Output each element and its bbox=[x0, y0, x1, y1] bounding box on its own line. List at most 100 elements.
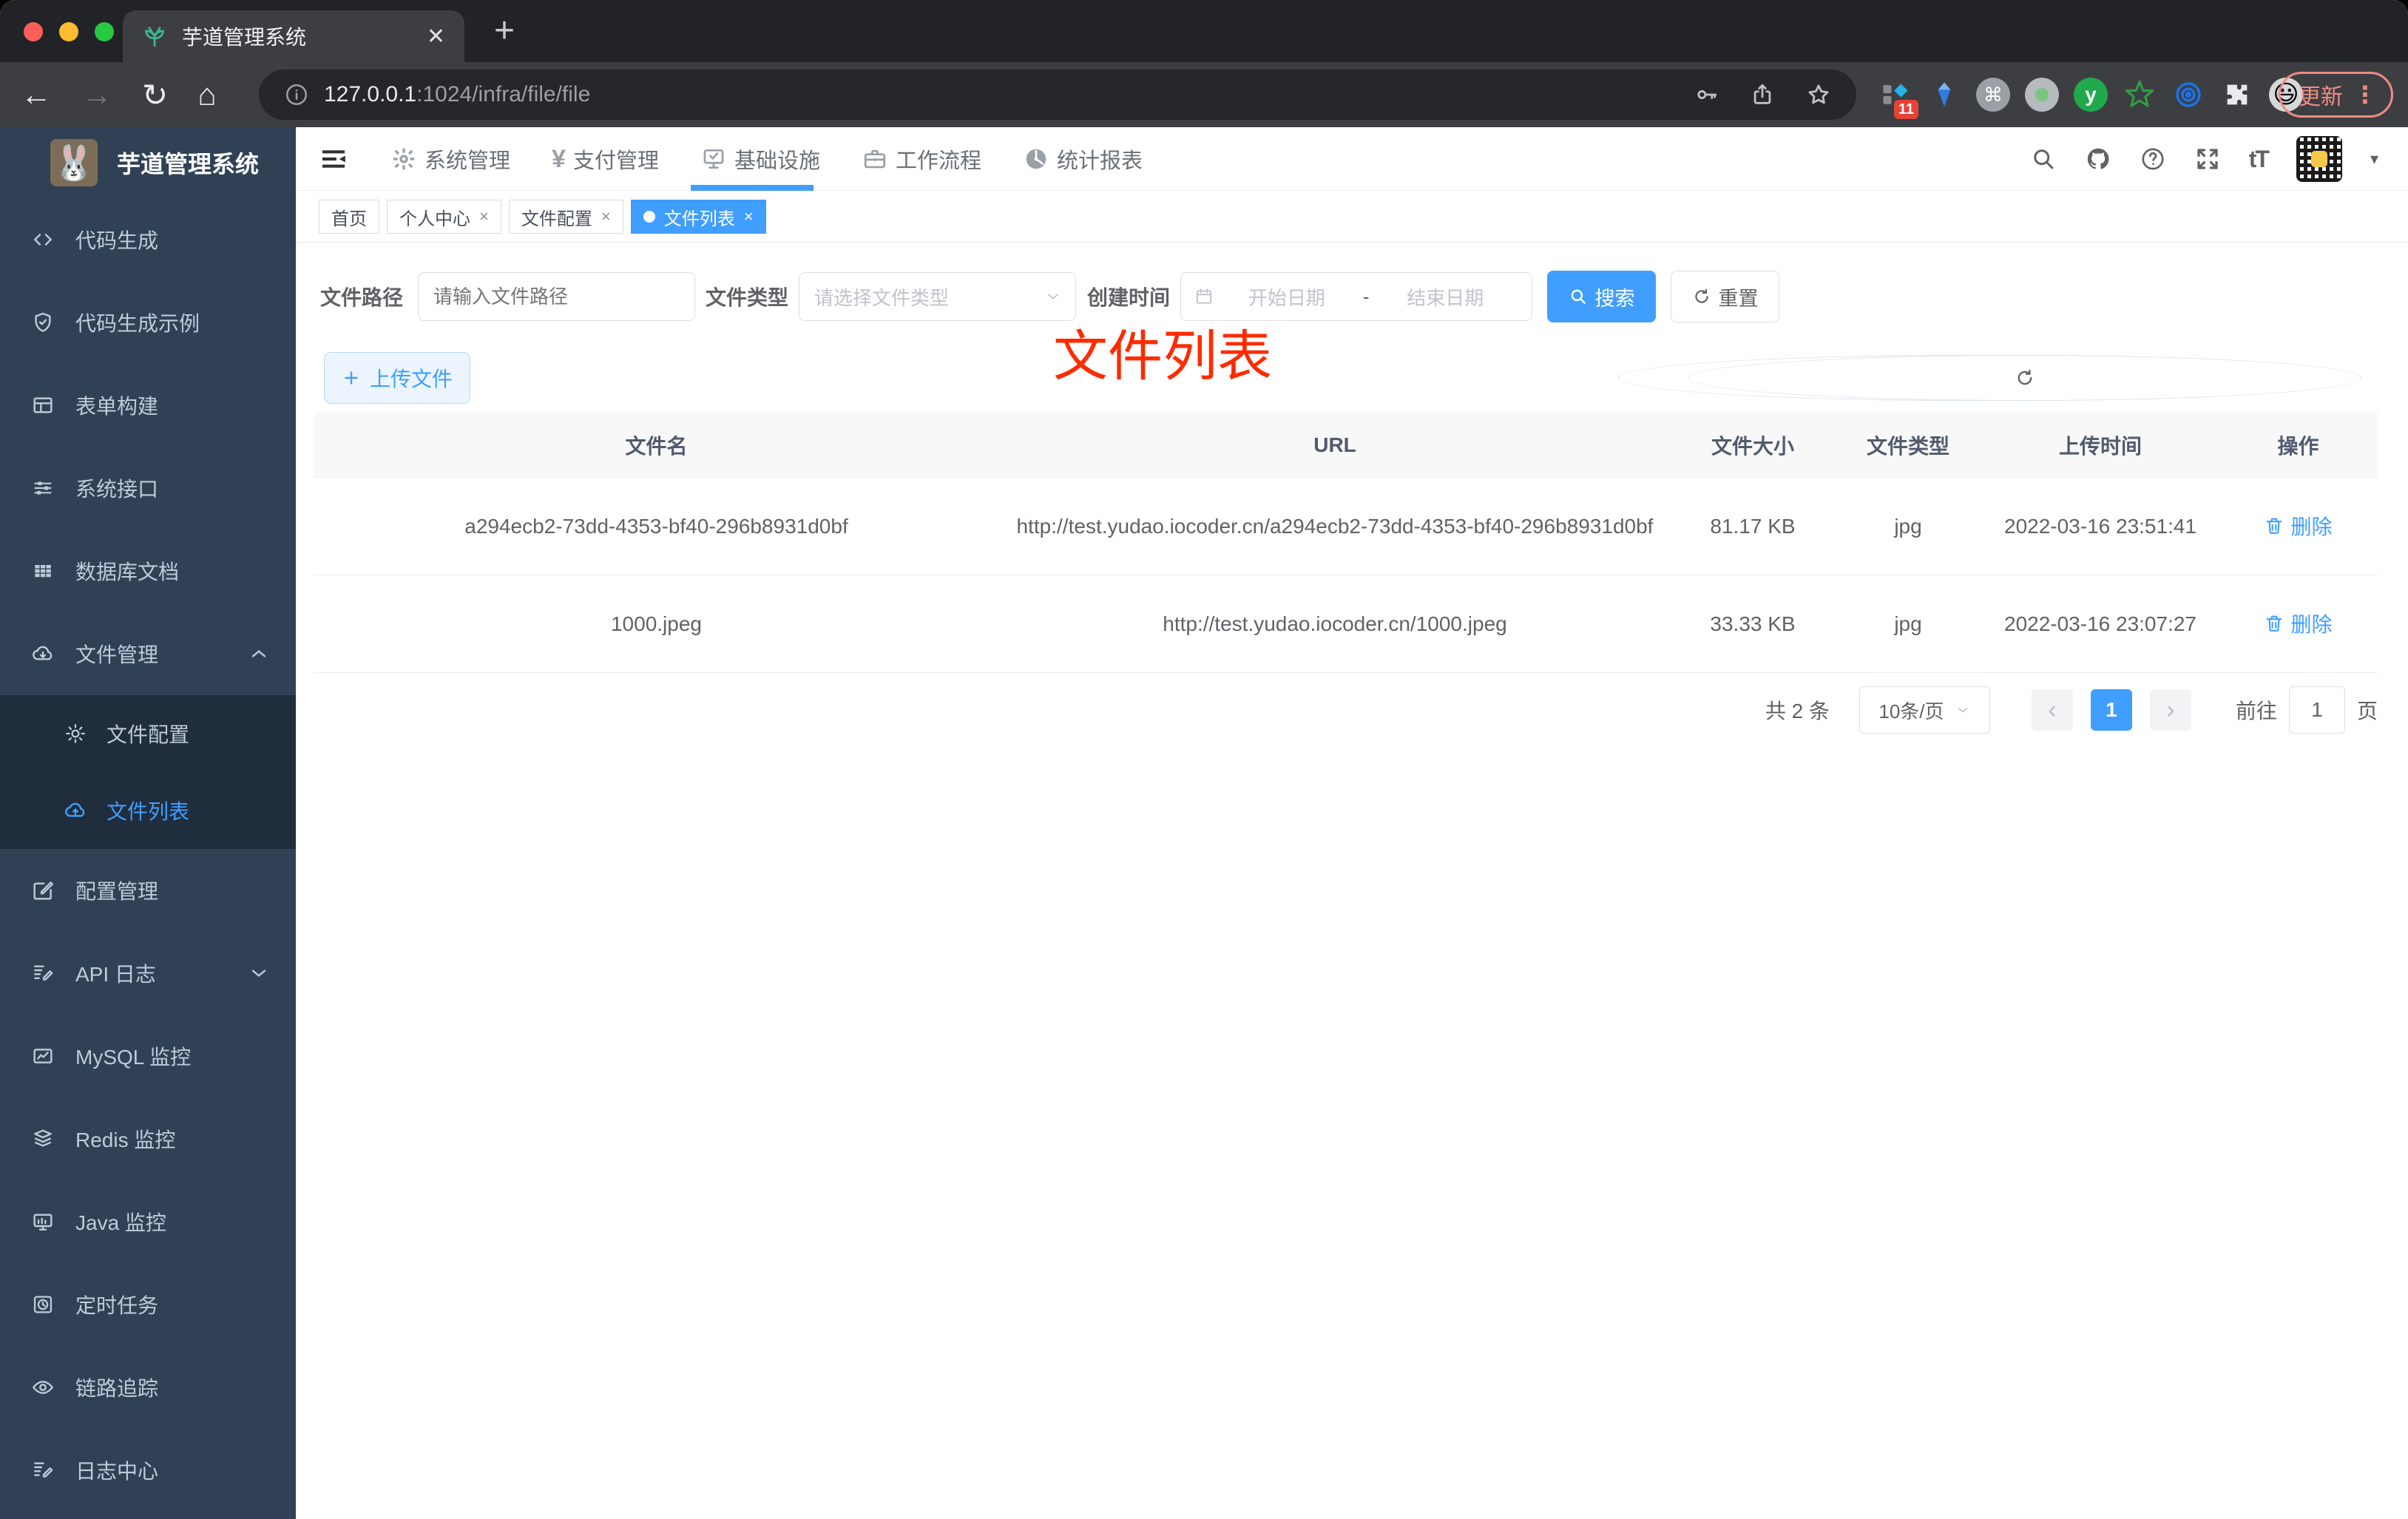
sidebar-item-trace[interactable]: 链路追踪 bbox=[0, 1346, 296, 1429]
new-tab-button[interactable]: + bbox=[494, 10, 515, 52]
extension-star-icon[interactable] bbox=[2121, 76, 2158, 113]
file-type-select[interactable]: 请选择文件类型 bbox=[799, 272, 1077, 321]
sidebar-item-form-builder[interactable]: 表单构建 bbox=[0, 364, 296, 447]
start-date-placeholder[interactable]: 开始日期 bbox=[1214, 283, 1360, 311]
extensions-puzzle-icon[interactable] bbox=[2219, 76, 2256, 113]
avatar-qr-image[interactable] bbox=[2296, 136, 2342, 182]
extension-dot-icon[interactable] bbox=[2023, 76, 2060, 113]
column-header-action: 操作 bbox=[2277, 434, 2319, 458]
sidebar-submenu-file: 文件配置 文件列表 bbox=[0, 695, 296, 849]
search-icon bbox=[1571, 289, 1586, 304]
monitor-icon bbox=[33, 1214, 53, 1231]
help-icon[interactable] bbox=[2140, 146, 2166, 172]
reset-button[interactable]: 重置 bbox=[1671, 271, 1780, 322]
sidebar-subitem-file-config[interactable]: 文件配置 bbox=[0, 695, 296, 772]
home-icon[interactable]: ⌂ bbox=[197, 77, 216, 112]
tab-title: 芋道管理系统 bbox=[182, 26, 307, 49]
browser-menu-icon[interactable]: ⋮ bbox=[2353, 81, 2378, 109]
briefcase-icon bbox=[864, 149, 886, 169]
sidebar-item-config-management[interactable]: 配置管理 bbox=[0, 849, 296, 932]
sidebar-logo[interactable]: 🐰 芋道管理系统 bbox=[0, 127, 296, 198]
sliders-icon bbox=[34, 481, 52, 495]
share-icon[interactable] bbox=[1750, 82, 1775, 107]
back-icon[interactable]: ← bbox=[21, 77, 52, 112]
end-date-placeholder[interactable]: 结束日期 bbox=[1372, 283, 1518, 311]
browser-toolbar: ← → ↻ ⌂ 127.0.0.1:1024/infra/file/file 1… bbox=[0, 62, 2408, 127]
page-size-select[interactable]: 10条/页 bbox=[1859, 686, 1990, 734]
extensions-row: 11 ⌘ y 😃 bbox=[1877, 62, 2304, 127]
forward-icon[interactable]: → bbox=[81, 77, 112, 112]
red-annotation-label: 文件列表 bbox=[1053, 325, 1272, 387]
column-header-size: 文件大小 bbox=[1711, 434, 1794, 458]
password-key-icon[interactable] bbox=[1694, 82, 1719, 107]
page-number-1[interactable]: 1 bbox=[2090, 689, 2132, 731]
close-window-button[interactable] bbox=[24, 22, 43, 41]
sidebar-fold-icon[interactable] bbox=[319, 145, 348, 173]
table-row: 1000.jpeg http://test.yudao.iocoder.cn/1… bbox=[314, 575, 2378, 673]
gauge-icon bbox=[1026, 149, 1046, 169]
goto-page-input[interactable] bbox=[2288, 686, 2345, 734]
prev-page-button[interactable]: ‹ bbox=[2031, 689, 2073, 731]
reload-icon[interactable]: ↻ bbox=[142, 77, 168, 113]
sidebar-item-redis-monitor[interactable]: Redis 监控 bbox=[0, 1097, 296, 1180]
delete-button[interactable]: 删除 bbox=[2264, 511, 2333, 541]
sidebar-item-java-monitor[interactable]: Java 监控 bbox=[0, 1180, 296, 1263]
browser-tab-strip: 芋道管理系统 ✕ + bbox=[0, 0, 2408, 62]
refresh-table-button[interactable] bbox=[1688, 355, 2361, 401]
sidebar-item-mysql-monitor[interactable]: MySQL 监控 bbox=[0, 1015, 296, 1097]
extension-grid-diamond-icon[interactable]: 11 bbox=[1877, 76, 1918, 119]
menu-statistics[interactable]: 统计报表 bbox=[1023, 127, 1143, 191]
search-icon[interactable] bbox=[2030, 146, 2057, 172]
tag-file-list[interactable]: 文件列表 × bbox=[630, 200, 766, 234]
sidebar-item-system-api[interactable]: 系统接口 bbox=[0, 447, 296, 530]
zoom-window-button[interactable] bbox=[95, 22, 114, 41]
cell-filename: 1000.jpeg bbox=[610, 612, 702, 635]
extension-command-icon[interactable]: ⌘ bbox=[1975, 76, 2012, 113]
tag-file-config[interactable]: 文件配置 × bbox=[508, 200, 623, 234]
file-path-input[interactable] bbox=[418, 272, 696, 321]
avatar-caret-down-icon[interactable]: ▾ bbox=[2370, 149, 2378, 169]
tag-home[interactable]: 首页 bbox=[319, 200, 379, 234]
bookmark-star-icon[interactable] bbox=[1806, 82, 1831, 107]
menu-system-management[interactable]: 系统管理 bbox=[390, 127, 510, 191]
menu-workflow[interactable]: 工作流程 bbox=[862, 127, 981, 191]
menu-payment-management[interactable]: ¥ 支付管理 bbox=[552, 127, 659, 191]
table-row: a294ecb2-73dd-4353-bf40-296b8931d0bf htt… bbox=[314, 478, 2378, 575]
close-tag-icon[interactable]: × bbox=[479, 207, 489, 226]
site-info-icon[interactable] bbox=[284, 82, 309, 107]
upload-file-button[interactable]: 上传文件 bbox=[324, 352, 470, 404]
extension-eye-icon[interactable] bbox=[2170, 76, 2207, 113]
menu-infrastructure[interactable]: 基础设施 bbox=[700, 127, 820, 191]
sidebar-item-file-management[interactable]: 文件管理 bbox=[0, 612, 296, 695]
search-button[interactable]: 搜索 bbox=[1547, 271, 1657, 322]
yen-icon: ¥ bbox=[552, 144, 566, 173]
fullscreen-icon[interactable] bbox=[2194, 146, 2221, 172]
address-bar[interactable]: 127.0.0.1:1024/infra/file/file bbox=[259, 70, 1856, 120]
gear-icon bbox=[66, 724, 85, 743]
url-text[interactable]: 127.0.0.1:1024/infra/file/file bbox=[324, 82, 590, 107]
github-icon[interactable] bbox=[2085, 146, 2111, 172]
sidebar-item-db-doc[interactable]: 数据库文档 bbox=[0, 530, 296, 612]
app-title: 芋道管理系统 bbox=[117, 151, 260, 177]
minimize-window-button[interactable] bbox=[59, 22, 78, 41]
sidebar-item-log-center[interactable]: 日志中心 bbox=[0, 1429, 296, 1512]
close-tag-icon[interactable]: × bbox=[601, 207, 611, 226]
sidebar-item-code-generation[interactable]: 代码生成 bbox=[0, 198, 296, 281]
sidebar-item-code-example[interactable]: 代码生成示例 bbox=[0, 281, 296, 364]
next-page-button[interactable]: › bbox=[2149, 689, 2191, 731]
close-tag-icon[interactable]: × bbox=[744, 207, 754, 226]
extension-badge: 11 bbox=[1893, 100, 1918, 119]
close-tab-icon[interactable]: ✕ bbox=[427, 24, 445, 50]
browser-tab[interactable]: 芋道管理系统 ✕ bbox=[123, 10, 464, 62]
sidebar-subitem-file-list[interactable]: 文件列表 bbox=[0, 772, 296, 849]
file-path-label: 文件路径 bbox=[320, 286, 404, 309]
font-size-icon[interactable]: tT bbox=[2249, 146, 2270, 173]
tag-profile[interactable]: 个人中心 × bbox=[387, 200, 501, 234]
sidebar-item-api-log[interactable]: API 日志 bbox=[0, 932, 296, 1015]
extension-gem-icon[interactable] bbox=[1926, 76, 1963, 113]
delete-button[interactable]: 删除 bbox=[2264, 609, 2333, 638]
sidebar-item-scheduled-tasks[interactable]: 定时任务 bbox=[0, 1263, 296, 1346]
chart-icon bbox=[33, 1049, 53, 1063]
extension-y-icon[interactable]: y bbox=[2072, 76, 2109, 113]
chrome-update-button[interactable]: 更新 ⋮ bbox=[2279, 72, 2393, 118]
